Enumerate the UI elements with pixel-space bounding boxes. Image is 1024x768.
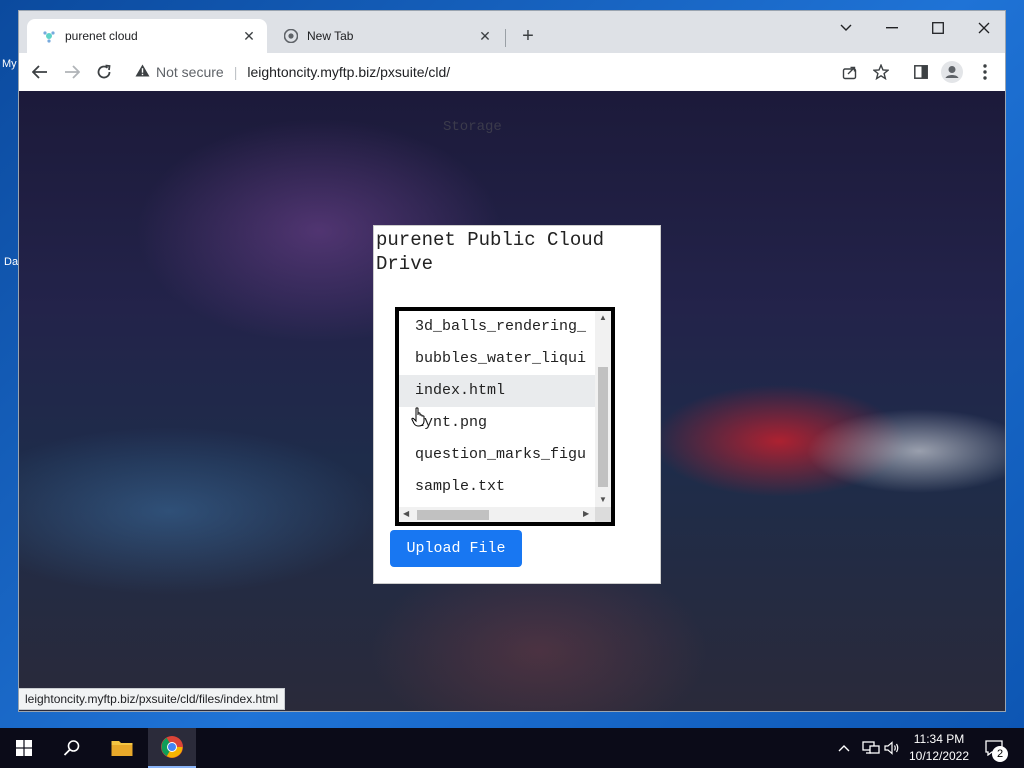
divider: |: [233, 64, 238, 80]
chrome-taskbar-icon[interactable]: [148, 728, 196, 768]
clock-date: 10/12/2022: [908, 749, 970, 763]
url-text[interactable]: leightoncity.myftp.biz/pxsuite/cld/: [247, 64, 450, 80]
background-text: Storage: [443, 119, 502, 135]
scroll-right-arrow-icon[interactable]: ▶: [583, 509, 589, 518]
volume-icon[interactable]: [884, 728, 900, 768]
horizontal-scrollbar[interactable]: ◀ ▶: [399, 507, 595, 522]
search-icon[interactable]: [48, 728, 96, 768]
file-list-box[interactable]: 3d_balls_rendering_ bubbles_water_liqui …: [395, 307, 615, 526]
forward-arrow-icon[interactable]: [59, 59, 85, 85]
network-icon[interactable]: [862, 728, 880, 768]
upload-file-button[interactable]: Upload File: [390, 530, 522, 567]
scroll-down-arrow-icon[interactable]: ▼: [599, 495, 607, 504]
minimize-button[interactable]: [869, 13, 915, 43]
taskbar: 11:34 PM 10/12/2022 2: [0, 728, 1024, 768]
more-menu-icon[interactable]: [974, 61, 996, 83]
show-hidden-icons-chevron-up-icon[interactable]: [838, 728, 850, 768]
close-window-button[interactable]: [961, 13, 1005, 43]
new-tab-button[interactable]: +: [517, 25, 539, 47]
vertical-scroll-thumb[interactable]: [598, 367, 608, 487]
close-tab-icon[interactable]: ✕: [241, 28, 257, 44]
file-item[interactable]: index.html: [399, 375, 595, 407]
security-label[interactable]: Not secure: [156, 64, 224, 80]
windows-start-icon[interactable]: [0, 728, 48, 768]
system-clock[interactable]: 11:34 PM 10/12/2022: [900, 731, 978, 765]
file-item[interactable]: 3d_balls_rendering_: [399, 311, 595, 343]
clock-time: 11:34 PM: [913, 732, 965, 746]
file-item[interactable]: sample.txt: [399, 471, 595, 503]
hand-cursor-icon: [411, 407, 427, 427]
desktop-icon-label[interactable]: Da: [4, 256, 18, 268]
file-item[interactable]: bubbles_water_liqui: [399, 343, 595, 375]
tab-new-tab[interactable]: New Tab ✕: [269, 19, 503, 53]
notification-count-badge: 2: [992, 746, 1008, 762]
tab-divider: [505, 29, 506, 47]
tab-search-chevron-down-icon[interactable]: [823, 13, 869, 43]
reload-icon[interactable]: [91, 59, 117, 85]
vertical-scrollbar[interactable]: ▲ ▼: [595, 311, 611, 507]
scroll-up-arrow-icon[interactable]: ▲: [599, 313, 607, 322]
close-tab-icon[interactable]: ✕: [477, 28, 493, 44]
purenet-favicon-icon: [41, 28, 57, 44]
browser-window: purenet cloud ✕ New Tab ✕ + Not secure |…: [18, 10, 1006, 712]
page-title: purenet Public Cloud Drive: [376, 229, 605, 275]
side-panel-icon[interactable]: [910, 61, 932, 83]
file-explorer-icon[interactable]: [98, 728, 146, 768]
share-icon[interactable]: [839, 61, 861, 83]
file-list[interactable]: 3d_balls_rendering_ bubbles_water_liqui …: [399, 311, 595, 507]
scroll-left-arrow-icon[interactable]: ◀: [403, 509, 409, 518]
page-viewport: Storage purenet Public Cloud Drive 3d_ba…: [19, 91, 1005, 711]
desktop-icon-label[interactable]: My: [2, 58, 17, 70]
maximize-button[interactable]: [915, 13, 961, 43]
address-bar[interactable]: Not secure | leightoncity.myftp.biz/pxsu…: [129, 57, 869, 87]
cloud-drive-panel: purenet Public Cloud Drive 3d_balls_rend…: [373, 225, 661, 584]
file-item[interactable]: question_marks_figu: [399, 439, 595, 471]
scroll-corner: [595, 507, 611, 522]
horizontal-scroll-thumb[interactable]: [417, 510, 489, 520]
bookmark-star-icon[interactable]: [870, 61, 892, 83]
tab-title: purenet cloud: [65, 29, 138, 43]
chrome-icon: [283, 28, 299, 44]
tab-title: New Tab: [307, 29, 354, 43]
browser-toolbar: Not secure | leightoncity.myftp.biz/pxsu…: [19, 53, 1005, 91]
status-bar-url: leightoncity.myftp.biz/pxsuite/cld/files…: [19, 688, 286, 710]
back-arrow-icon[interactable]: [27, 59, 53, 85]
profile-avatar-icon[interactable]: [941, 61, 963, 83]
file-item[interactable]: aynt.png: [399, 407, 595, 439]
tab-bar: purenet cloud ✕ New Tab ✕ +: [19, 11, 1005, 53]
tab-purenet-cloud[interactable]: purenet cloud ✕: [27, 19, 267, 53]
warning-icon[interactable]: [135, 64, 150, 80]
